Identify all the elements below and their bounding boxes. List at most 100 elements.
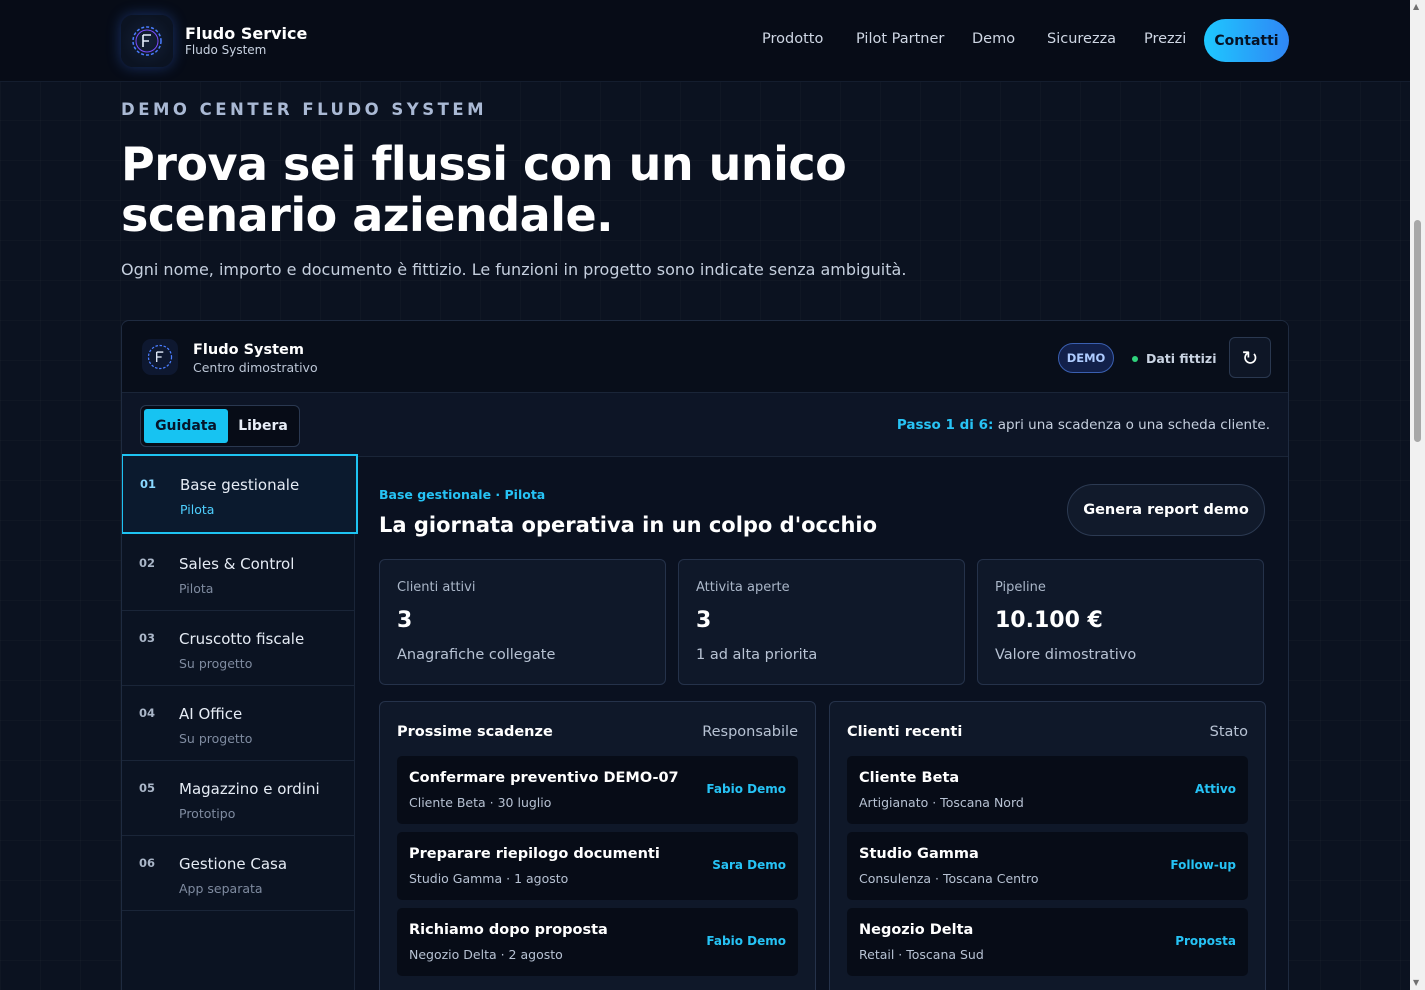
nav-link-pilot-partner[interactable]: Pilot Partner [856, 31, 944, 47]
kpi-label: Attivita aperte [696, 580, 790, 595]
deadlines-card: Prossime scadenze Responsabile Confermar… [379, 701, 816, 990]
deadline-owner: Sara Demo [712, 858, 786, 872]
sidebar-item-number: 04 [139, 706, 156, 720]
kpi-card-attivita-aperte: Attivita aperte 3 1 ad alta priorita [678, 559, 965, 685]
status-dot-icon [1132, 355, 1138, 362]
brand-subtitle: Fludo System [185, 43, 267, 57]
hero-title: Prova sei flussi con un unico scenario a… [121, 137, 847, 242]
sidebar-item-label: Gestione Casa [179, 855, 288, 873]
refresh-button[interactable]: ↻ [1229, 337, 1271, 378]
deadline-row[interactable]: Preparare riepilogo documenti Studio Gam… [397, 832, 798, 900]
sidebar-item-status: Su progetto [179, 731, 253, 746]
client-sub: Artigianato · Toscana Nord [859, 795, 1024, 810]
generate-report-button[interactable]: Genera report demo [1067, 484, 1265, 536]
sidebar-item-cruscotto-fiscale[interactable]: 03 Cruscotto fiscale Su progetto [122, 610, 355, 686]
data-status-label: Dati fittizi [1146, 351, 1217, 366]
sidebar-item-number: 06 [139, 856, 156, 870]
client-status: Attivo [1195, 782, 1236, 796]
deadline-sub: Cliente Beta · 30 luglio [409, 795, 552, 810]
client-row[interactable]: Negozio Delta Retail · Toscana Sud Propo… [847, 908, 1248, 976]
demo-panel: Fludo System Centro dimostrativo DEMO Da… [121, 320, 1289, 990]
brand-title[interactable]: Fludo Service [185, 24, 307, 43]
sidebar-item-base-gestionale[interactable]: 01 Base gestionale Pilota [122, 454, 358, 534]
mode-row: Guidata Libera Passo 1 di 6: apri una sc… [122, 393, 1288, 457]
kpi-label: Clienti attivi [397, 580, 476, 595]
sidebar-item-label: Base gestionale [180, 476, 300, 494]
nav-link-prezzi[interactable]: Prezzi [1144, 31, 1186, 47]
sidebar-item-label: Magazzino e ordini [179, 780, 320, 798]
clients-column-label: Stato [1209, 724, 1248, 740]
deadline-sub: Negozio Delta · 2 agosto [409, 947, 563, 962]
step-text: apri una scadenza o una scheda cliente. [993, 417, 1270, 433]
sidebar-item-number: 05 [139, 781, 156, 795]
client-row[interactable]: Cliente Beta Artigianato · Toscana Nord … [847, 756, 1248, 824]
kpi-label: Pipeline [995, 580, 1046, 595]
sidebar-item-magazzino-ordini[interactable]: 05 Magazzino e ordini Prototipo [122, 760, 355, 836]
mode-free-button[interactable]: Libera [229, 409, 297, 443]
refresh-icon: ↻ [1241, 345, 1259, 370]
deadline-sub: Studio Gamma · 1 agosto [409, 871, 569, 886]
sidebar-item-number: 01 [140, 477, 157, 491]
section-title: La giornata operativa in un colpo d'occh… [379, 513, 878, 537]
sidebar-item-label: Sales & Control [179, 555, 295, 573]
client-name: Cliente Beta [859, 770, 960, 786]
sidebar-item-status: Pilota [180, 502, 215, 517]
sidebar-item-number: 02 [139, 556, 156, 570]
deadlines-column-label: Responsabile [702, 724, 798, 740]
panel-subtitle: Centro dimostrativo [193, 360, 318, 375]
fludo-logo-icon[interactable] [121, 15, 173, 67]
page-scrollbar[interactable]: ▲ ▼ [1410, 0, 1425, 990]
scrollbar-thumb[interactable] [1414, 220, 1421, 442]
section-tag: Base gestionale · Pilota [379, 487, 546, 502]
fludo-logo-icon [142, 339, 178, 375]
client-sub: Consulenza · Toscana Centro [859, 871, 1039, 886]
sidebar-item-label: AI Office [179, 705, 243, 723]
client-row[interactable]: Studio Gamma Consulenza · Toscana Centro… [847, 832, 1248, 900]
hero-subtitle: Ogni nome, importo e documento è fittizi… [121, 260, 907, 279]
module-sidebar: 01 Base gestionale Pilota 02 Sales & Con… [122, 454, 358, 990]
step-indicator: Passo 1 di 6: apri una scadenza o una sc… [897, 417, 1270, 433]
kpi-value: 3 [397, 608, 413, 633]
clients-title: Clienti recenti [847, 724, 963, 740]
top-navbar: Fludo Service Fludo System Prodotto Pilo… [0, 0, 1410, 82]
deadlines-title: Prossime scadenze [397, 724, 553, 740]
deadline-owner: Fabio Demo [706, 934, 786, 948]
kpi-value: 3 [696, 608, 712, 633]
nav-link-sicurezza[interactable]: Sicurezza [1047, 31, 1116, 47]
sidebar-item-number: 03 [139, 631, 156, 645]
nav-link-demo[interactable]: Demo [972, 31, 1015, 47]
mode-toggle: Guidata Libera [140, 405, 300, 447]
kpi-card-pipeline: Pipeline 10.100 € Valore dimostrativo [977, 559, 1264, 685]
demo-badge: DEMO [1058, 343, 1114, 373]
panel-header: Fludo System Centro dimostrativo DEMO Da… [122, 321, 1288, 393]
sidebar-item-status: Su progetto [179, 656, 253, 671]
deadline-row[interactable]: Richiamo dopo proposta Negozio Delta · 2… [397, 908, 798, 976]
deadline-owner: Fabio Demo [706, 782, 786, 796]
kpi-note: 1 ad alta priorita [696, 647, 818, 663]
kpi-note: Anagrafiche collegate [397, 647, 556, 663]
panel-title: Fludo System [193, 342, 304, 358]
sidebar-item-status: Prototipo [179, 806, 236, 821]
contact-button[interactable]: Contatti [1204, 19, 1289, 62]
deadline-title: Richiamo dopo proposta [409, 922, 608, 938]
scroll-down-icon[interactable]: ▼ [1413, 978, 1419, 987]
sidebar-item-sales-control[interactable]: 02 Sales & Control Pilota [122, 535, 355, 611]
step-label: Passo 1 di 6: [896, 417, 994, 433]
data-status: Dati fittizi [1132, 351, 1216, 366]
scroll-up-icon[interactable]: ▲ [1413, 2, 1419, 11]
client-sub: Retail · Toscana Sud [859, 947, 984, 962]
nav-link-prodotto[interactable]: Prodotto [762, 31, 823, 47]
sidebar-item-ai-office[interactable]: 04 AI Office Su progetto [122, 685, 355, 761]
mode-guided-button[interactable]: Guidata [144, 409, 228, 443]
sidebar-item-status: Pilota [179, 581, 214, 596]
deadline-title: Preparare riepilogo documenti [409, 846, 660, 862]
kpi-value: 10.100 € [995, 608, 1103, 633]
client-status: Proposta [1175, 934, 1236, 948]
client-status: Follow-up [1170, 858, 1236, 872]
hero-eyebrow: DEMO CENTER FLUDO SYSTEM [121, 100, 488, 119]
client-name: Studio Gamma [859, 846, 979, 862]
sidebar-item-status: App separata [179, 881, 263, 896]
client-name: Negozio Delta [859, 922, 974, 938]
deadline-row[interactable]: Confermare preventivo DEMO-07 Cliente Be… [397, 756, 798, 824]
sidebar-item-gestione-casa[interactable]: 06 Gestione Casa App separata [122, 835, 355, 911]
